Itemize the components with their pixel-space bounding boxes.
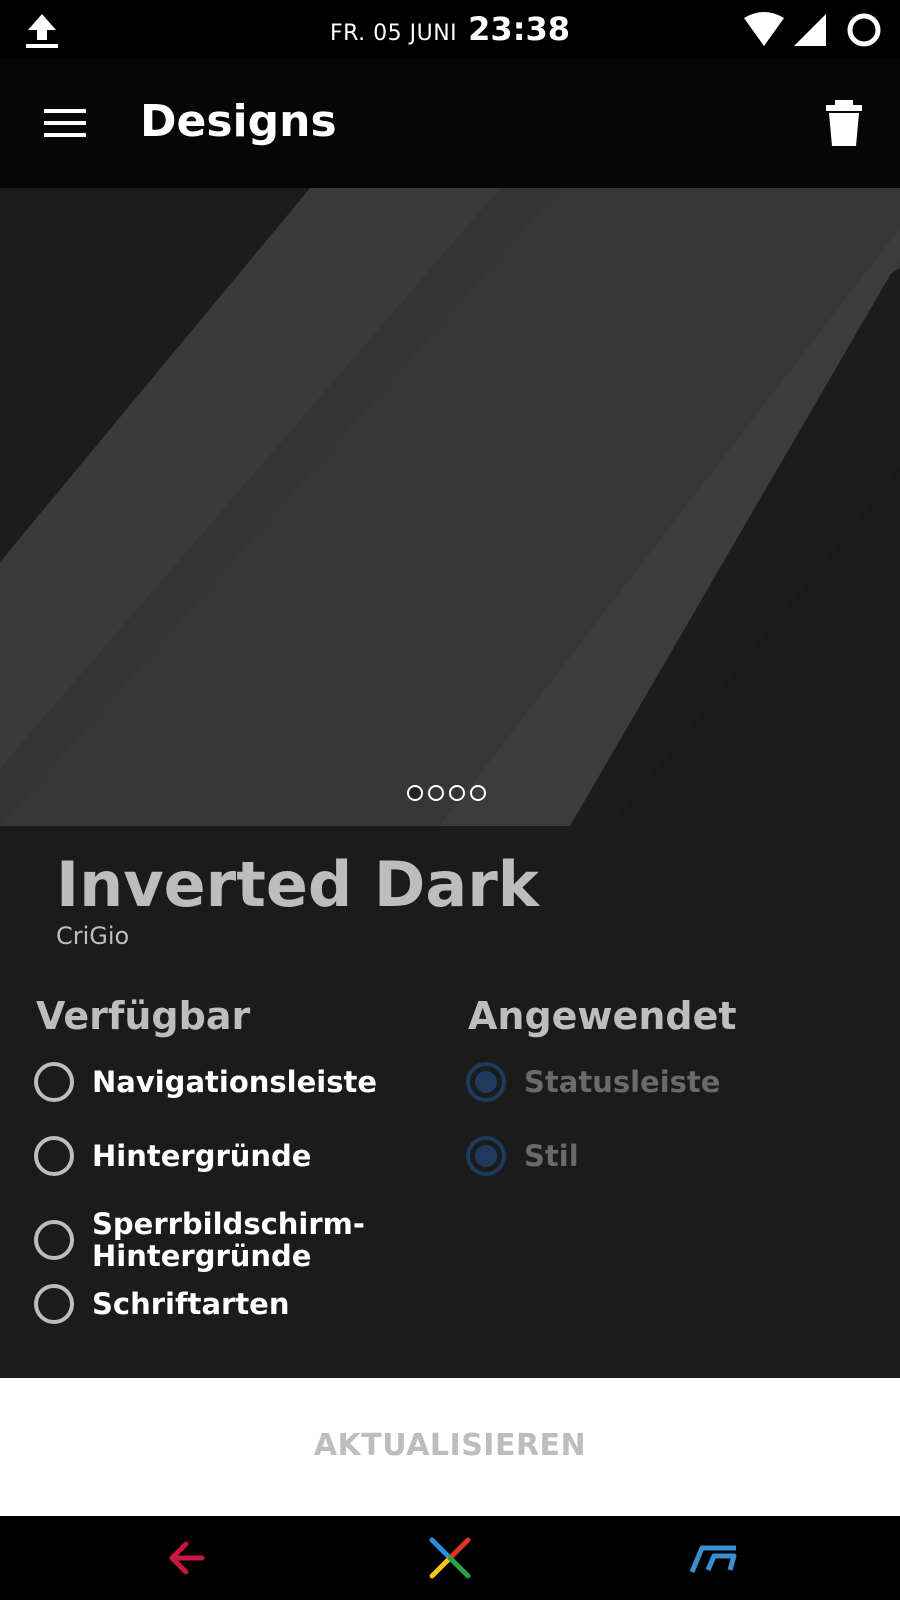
radio-button[interactable] [34, 1136, 74, 1176]
recents-icon[interactable] [688, 1540, 740, 1576]
radio-button[interactable] [34, 1220, 74, 1260]
app-bar: Designs [0, 58, 900, 188]
option-label: Stil [524, 1139, 579, 1173]
theme-preview-image [0, 188, 900, 826]
radio-button-checked[interactable] [466, 1062, 506, 1102]
page-title: Designs [140, 96, 337, 147]
page-dot-3[interactable] [449, 785, 465, 801]
update-bar: AKTUALISIEREN [0, 1378, 900, 1516]
theme-preview-carousel[interactable] [0, 188, 900, 826]
option-label: Navigationsleiste [92, 1065, 377, 1099]
trash-icon[interactable] [826, 100, 862, 146]
menu-icon[interactable] [42, 105, 88, 141]
available-heading: Verfügbar [36, 994, 251, 1038]
option-label: Schriftarten [92, 1287, 290, 1321]
option-hintergruende[interactable]: Hintergründe [34, 1136, 311, 1176]
signal-icon [794, 14, 826, 46]
status-bar: FR. 05 JUNI 23:38 [0, 0, 900, 58]
page-dot-1[interactable] [407, 785, 423, 801]
radio-button[interactable] [34, 1062, 74, 1102]
option-label: Statusleiste [524, 1065, 721, 1099]
option-label: Hintergründe [92, 1139, 312, 1173]
status-date: FR. 05 JUNI [329, 21, 458, 46]
home-icon[interactable] [426, 1534, 474, 1582]
page-dot-4[interactable] [470, 785, 486, 801]
page-dot-2[interactable] [428, 785, 444, 801]
option-statusleiste[interactable]: Statusleiste [466, 1062, 720, 1102]
option-sperrbildschirm-hintergruende[interactable]: Sperrbildschirm- Hintergründe [34, 1208, 365, 1272]
back-icon[interactable] [168, 1540, 206, 1576]
carousel-page-indicator [407, 785, 486, 801]
applied-heading: Angewendet [468, 994, 737, 1038]
theme-details-panel: Inverted Dark CriGio Verfügbar Angewende… [0, 826, 900, 1378]
option-label: Sperrbildschirm- Hintergründe [92, 1208, 365, 1272]
theme-name: Inverted Dark [56, 848, 540, 921]
option-navigationsleiste[interactable]: Navigationsleiste [34, 1062, 377, 1102]
option-label-line-2: Hintergründe [92, 1239, 312, 1273]
option-schriftarten[interactable]: Schriftarten [34, 1284, 290, 1324]
radio-button-checked[interactable] [466, 1136, 506, 1176]
option-stil[interactable]: Stil [466, 1136, 579, 1176]
radio-button[interactable] [34, 1284, 74, 1324]
wifi-icon [744, 12, 784, 46]
theme-author: CriGio [56, 922, 130, 950]
navigation-bar [0, 1516, 900, 1600]
status-time: 23:38 [468, 10, 571, 48]
option-label-line-1: Sperrbildschirm- [92, 1207, 365, 1241]
update-button[interactable]: AKTUALISIEREN [0, 1428, 900, 1463]
sync-ring-icon [847, 13, 881, 47]
